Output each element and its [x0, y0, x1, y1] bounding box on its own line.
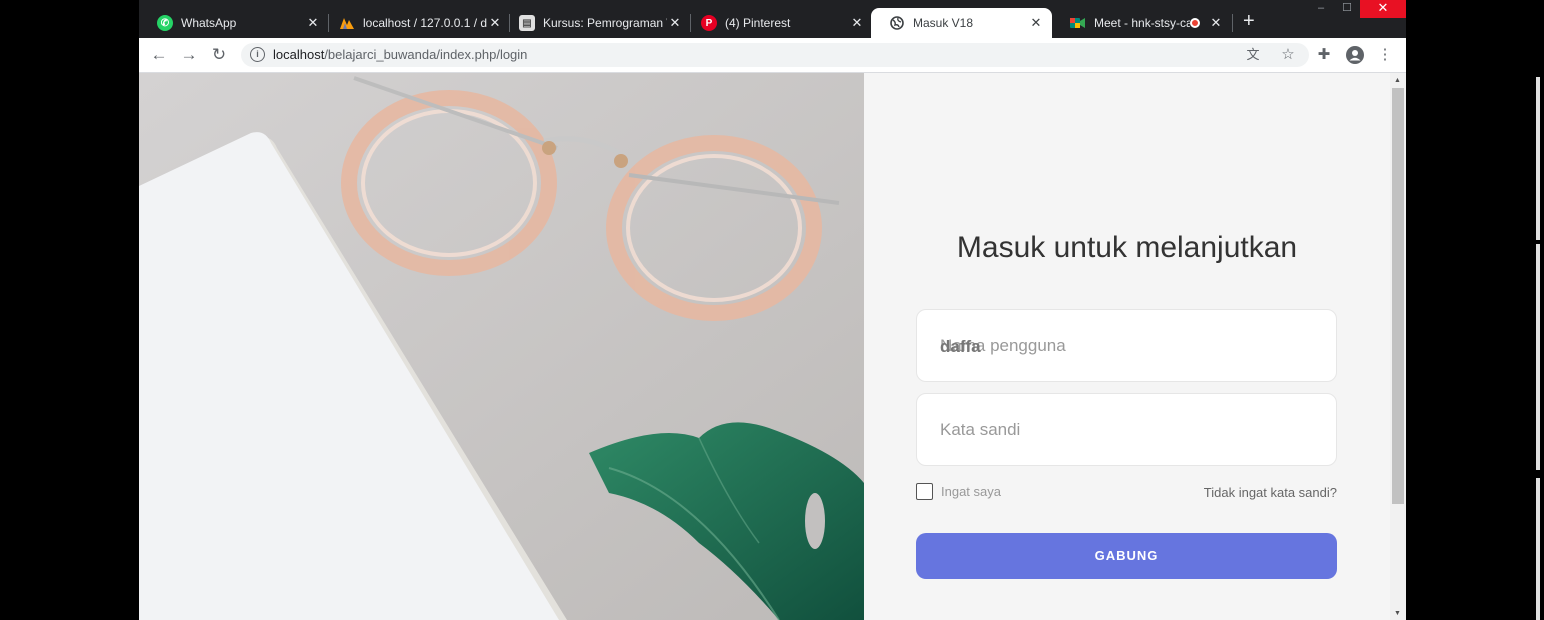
- window-controls: – ☐ ✕: [1308, 0, 1406, 18]
- site-info-icon[interactable]: i: [250, 47, 265, 62]
- translate-icon[interactable]: 文: [1244, 46, 1262, 64]
- tab-pinterest[interactable]: P (4) Pinterest ✕: [683, 8, 873, 38]
- tab-title: localhost / 127.0.0.1 / dt: [363, 16, 487, 30]
- scroll-down-icon[interactable]: ▼: [1394, 610, 1401, 617]
- url-path: /belajarci_buwanda/index.php/login: [324, 47, 528, 62]
- tab-kursus[interactable]: ▤ Kursus: Pemrograman W ✕: [501, 8, 691, 38]
- minimize-icon[interactable]: –: [1308, 0, 1334, 18]
- tab-close-icon[interactable]: ✕: [1208, 15, 1224, 31]
- tab-whatsapp[interactable]: ✆ WhatsApp ✕: [139, 8, 329, 38]
- tab-masuk-v18[interactable]: Masuk V18 ✕: [871, 8, 1052, 38]
- username-input[interactable]: [917, 310, 1336, 381]
- address-bar[interactable]: i localhost/belajarci_buwanda/index.php/…: [241, 43, 1309, 67]
- tab-close-icon[interactable]: ✕: [667, 15, 683, 31]
- tab-separator: [1232, 14, 1233, 32]
- submit-button[interactable]: GABUNG: [916, 533, 1337, 579]
- tab-title: Kursus: Pemrograman W: [543, 16, 667, 30]
- tab-google-meet[interactable]: Meet - hnk-stsy-car ✕: [1052, 8, 1232, 38]
- tab-close-icon[interactable]: ✕: [1028, 15, 1044, 31]
- globe-icon: [889, 15, 905, 31]
- back-arrow-icon[interactable]: ←: [147, 44, 171, 66]
- whatsapp-icon: ✆: [157, 15, 173, 31]
- scroll-up-icon[interactable]: ▲: [1394, 77, 1401, 84]
- browser-window: ✆ WhatsApp ✕ localhost / 127.0.0.1 / dt …: [139, 0, 1406, 620]
- google-meet-icon: [1070, 15, 1086, 31]
- url-host: localhost: [273, 47, 325, 62]
- moodle-icon: ▤: [519, 15, 535, 31]
- tab-title: Masuk V18: [913, 16, 974, 30]
- pinterest-icon: P: [701, 15, 717, 31]
- browser-menu-icon[interactable]: ⋮: [1376, 46, 1394, 64]
- page-scrollbar[interactable]: ▲ ▼: [1390, 73, 1406, 620]
- tab-close-icon[interactable]: ✕: [849, 15, 865, 31]
- username-field[interactable]: daffa: [916, 309, 1337, 382]
- forward-arrow-icon[interactable]: →: [177, 44, 201, 66]
- extensions-puzzle-icon[interactable]: ✚: [1315, 46, 1333, 64]
- maximize-icon[interactable]: ☐: [1334, 0, 1360, 18]
- reload-icon[interactable]: ↻: [207, 44, 231, 66]
- password-field[interactable]: [916, 393, 1337, 466]
- scrollbar-thumb[interactable]: [1392, 88, 1404, 504]
- page-title: Masuk untuk melanjutkan: [956, 231, 1298, 264]
- tab-close-icon[interactable]: ✕: [305, 15, 321, 31]
- recording-indicator-icon: [1190, 18, 1200, 28]
- window-close-icon[interactable]: ✕: [1360, 0, 1406, 18]
- url-text: localhost/belajarci_buwanda/index.php/lo…: [273, 47, 527, 62]
- tab-title: WhatsApp: [181, 16, 237, 30]
- new-tab-icon[interactable]: +: [1243, 10, 1255, 33]
- tab-title: (4) Pinterest: [725, 16, 791, 30]
- remember-me[interactable]: Ingat saya: [916, 483, 1001, 500]
- phpmyadmin-icon: [339, 15, 355, 31]
- bookmark-star-icon[interactable]: ☆: [1279, 46, 1297, 64]
- screen-edge-line: [1536, 244, 1540, 470]
- profile-avatar-icon[interactable]: [1346, 46, 1364, 64]
- login-page: Masuk untuk melanjutkan daffa Ingat saya…: [139, 73, 1406, 620]
- forgot-password-link[interactable]: Tidak ingat kata sandi?: [1204, 485, 1337, 500]
- hero-image: [139, 73, 864, 620]
- screen-edge-line: [1536, 77, 1540, 240]
- screen-edge-line: [1536, 478, 1540, 620]
- browser-toolbar: ← → ↻ i localhost/belajarci_buwanda/inde…: [139, 38, 1406, 73]
- remember-checkbox[interactable]: [916, 483, 933, 500]
- remember-label: Ingat saya: [941, 484, 1001, 499]
- tab-phpmyadmin[interactable]: localhost / 127.0.0.1 / dt ✕: [321, 8, 511, 38]
- tab-title: Meet - hnk-stsy-car: [1094, 16, 1190, 30]
- tab-strip: ✆ WhatsApp ✕ localhost / 127.0.0.1 / dt …: [139, 0, 1406, 38]
- password-input[interactable]: [917, 394, 1336, 465]
